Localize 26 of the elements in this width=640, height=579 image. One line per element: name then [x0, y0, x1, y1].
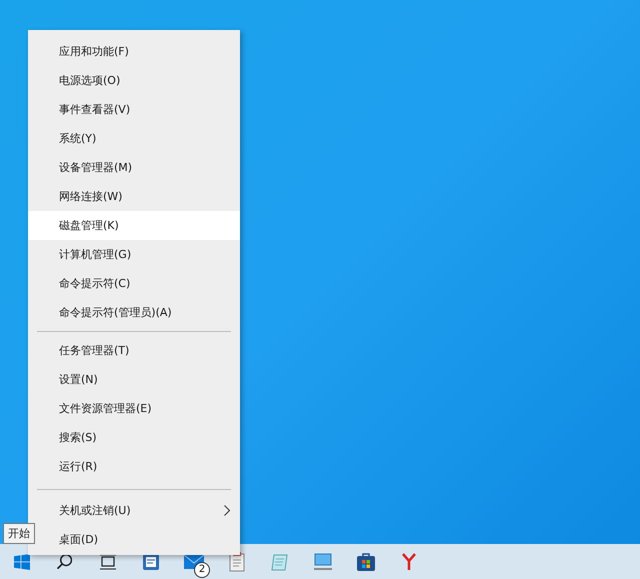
chevron-right-icon: [224, 505, 230, 516]
menu-item[interactable]: 命令提示符(C): [28, 269, 240, 298]
menu-item[interactable]: 事件查看器(V): [28, 95, 240, 124]
menu-item[interactable]: 计算机管理(G): [28, 240, 240, 269]
search-icon: [57, 554, 72, 569]
task-view-icon: [98, 554, 116, 570]
notification-badge: 2: [194, 562, 210, 578]
menu-item[interactable]: 系统(Y): [28, 124, 240, 153]
menu-item[interactable]: 磁盘管理(K): [28, 211, 240, 240]
menu-item[interactable]: 任务管理器(T): [28, 336, 240, 365]
menu-item[interactable]: 关机或注销(U): [28, 496, 240, 525]
menu-item[interactable]: 命令提示符(管理员)(A): [28, 298, 240, 327]
menu-item[interactable]: 设备管理器(M): [28, 153, 240, 182]
menu-item[interactable]: 文件资源管理器(E): [28, 394, 240, 423]
store-bag-icon: [356, 552, 376, 572]
notepad-icon: [270, 552, 290, 572]
menu-item[interactable]: 运行(R): [28, 452, 240, 481]
windows-logo-icon: [14, 554, 30, 570]
tooltip: 开始: [3, 523, 35, 544]
menu-item[interactable]: 应用和功能(F): [28, 37, 240, 66]
letter-y-app-icon: [402, 552, 416, 570]
menu-item[interactable]: 设置(N): [28, 365, 240, 394]
menu-item[interactable]: 搜索(S): [28, 423, 240, 452]
menu-item[interactable]: 网络连接(W): [28, 182, 240, 211]
computer-icon: [312, 552, 334, 572]
menu-item[interactable]: 电源选项(O): [28, 66, 240, 95]
